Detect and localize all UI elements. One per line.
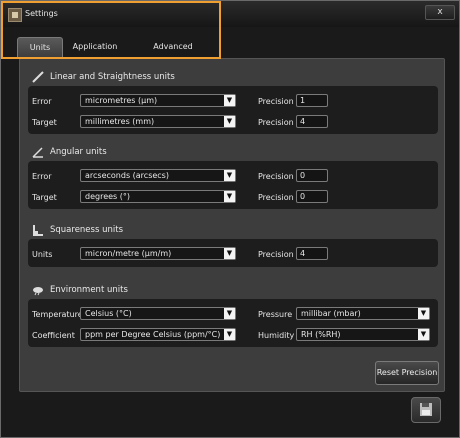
humidity-unit-select[interactable]: RH (%RH) ▼: [296, 328, 430, 341]
angle-icon: [32, 147, 43, 158]
select-value: degrees (°): [85, 192, 130, 201]
angular-error-label: Error: [32, 172, 52, 181]
angular-target-precision-input[interactable]: 0: [296, 190, 328, 203]
squareness-precision-label: Precision: [258, 250, 294, 259]
floppy-disk-icon: [420, 403, 432, 416]
select-value: arcseconds (arcsecs): [85, 171, 169, 180]
linear-error-precision-input[interactable]: 1: [296, 94, 328, 107]
dropdown-arrow-icon: ▼: [224, 95, 235, 106]
dropdown-arrow-icon: ▼: [224, 191, 235, 202]
tab-application[interactable]: Application: [67, 37, 123, 57]
input-value: 4: [300, 249, 306, 258]
save-button[interactable]: [411, 397, 441, 423]
app-icon: [8, 8, 22, 22]
angular-target-label: Target: [32, 193, 57, 202]
temperature-label: Temperature: [32, 310, 83, 319]
select-value: ppm per Degree Celsius (ppm/°C): [85, 330, 221, 339]
linear-target-precision-input[interactable]: 4: [296, 115, 328, 128]
dropdown-arrow-icon: ▼: [224, 248, 235, 259]
select-value: micrometres (μm): [85, 96, 158, 105]
input-value: 0: [300, 192, 306, 201]
pressure-label: Pressure: [258, 310, 293, 319]
input-value: 4: [300, 117, 306, 126]
squareness-units-label: Units: [32, 250, 53, 259]
dropdown-arrow-icon: ▼: [224, 170, 235, 181]
select-value: micron/metre (μm/m): [85, 249, 172, 258]
select-value: Celsius (°C): [85, 309, 132, 318]
environment-section-title: Environment units: [50, 285, 128, 295]
coefficient-label: Coefficient: [32, 331, 75, 340]
squareness-section-title: Squareness units: [50, 225, 123, 235]
ruler-diagonal-icon: [32, 71, 44, 83]
input-value: 1: [300, 96, 306, 105]
dropdown-arrow-icon: ▼: [224, 116, 235, 127]
squareness-unit-select[interactable]: micron/metre (μm/m) ▼: [80, 247, 236, 260]
coefficient-unit-select[interactable]: ppm per Degree Celsius (ppm/°C) ▼: [80, 328, 236, 341]
tab-units[interactable]: Units: [17, 37, 63, 58]
linear-section-title: Linear and Straightness units: [50, 72, 175, 82]
dropdown-arrow-icon: ▼: [224, 329, 235, 340]
linear-group: Error micrometres (μm) ▼ Precision 1 Tar…: [28, 86, 438, 134]
squareness-precision-input[interactable]: 4: [296, 247, 328, 260]
dropdown-arrow-icon: ▼: [418, 329, 429, 340]
angular-error-precision-label: Precision: [258, 172, 294, 181]
angular-target-precision-label: Precision: [258, 193, 294, 202]
linear-error-unit-select[interactable]: micrometres (μm) ▼: [80, 94, 236, 107]
angular-target-unit-select[interactable]: degrees (°) ▼: [80, 190, 236, 203]
squareness-group: Units micron/metre (μm/m) ▼ Precision 4: [28, 239, 438, 267]
humidity-label: Humidity: [258, 331, 295, 340]
close-button[interactable]: x: [425, 5, 455, 20]
dropdown-arrow-icon: ▼: [224, 308, 235, 319]
angular-group: Error arcseconds (arcsecs) ▼ Precision 0…: [28, 161, 438, 209]
title-bar: Settings x: [1, 1, 459, 27]
input-value: 0: [300, 171, 306, 180]
angular-section-title: Angular units: [50, 147, 107, 157]
units-panel: Linear and Straightness units Error micr…: [19, 58, 445, 392]
linear-target-label: Target: [32, 118, 57, 127]
cloud-icon: [33, 287, 43, 296]
select-value: millibar (mbar): [301, 309, 361, 318]
angular-error-unit-select[interactable]: arcseconds (arcsecs) ▼: [80, 169, 236, 182]
select-value: RH (%RH): [301, 330, 341, 339]
select-value: millimetres (mm): [85, 117, 155, 126]
square-corner-icon: [33, 225, 43, 236]
linear-error-precision-label: Precision: [258, 97, 294, 106]
settings-window: Settings x Units Application Advanced co…: [0, 0, 460, 438]
angular-error-precision-input[interactable]: 0: [296, 169, 328, 182]
tab-advanced-configuration[interactable]: Advanced configuration: [127, 37, 219, 71]
temperature-unit-select[interactable]: Celsius (°C) ▼: [80, 307, 236, 320]
linear-error-label: Error: [32, 97, 52, 106]
window-title: Settings: [25, 9, 58, 18]
linear-target-unit-select[interactable]: millimetres (mm) ▼: [80, 115, 236, 128]
dropdown-arrow-icon: ▼: [418, 308, 429, 319]
linear-target-precision-label: Precision: [258, 118, 294, 127]
pressure-unit-select[interactable]: millibar (mbar) ▼: [296, 307, 430, 320]
reset-precision-button[interactable]: Reset Precision: [375, 361, 439, 385]
environment-group: Temperature Celsius (°C) ▼ Pressure mill…: [28, 299, 438, 347]
